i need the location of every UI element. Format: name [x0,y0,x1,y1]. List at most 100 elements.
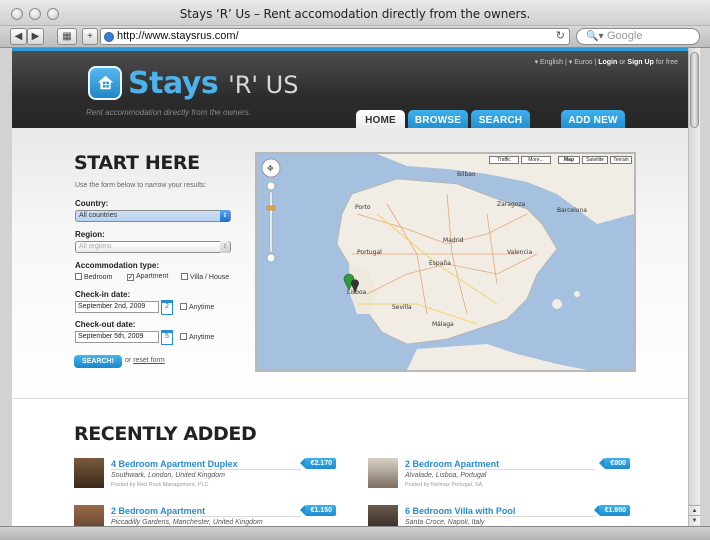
browser-toolbar: ◀ ▶ ▦ + http://www.staysrus.com/ ↻ 🔍▾ Go… [0,26,710,48]
type-apartment-checkbox[interactable]: ✓ Apartment [127,273,168,281]
add-bookmark-button[interactable]: + [82,28,98,45]
signup-link[interactable]: Sign Up [627,59,653,66]
type-apartment-label: Apartment [136,273,169,280]
url-text: http://www.staysrus.com/ [117,30,239,42]
search-placeholder: Google [607,30,643,42]
vertical-scrollbar[interactable]: ▲ ▼ [688,48,700,526]
listing-item[interactable]: 4 Bedroom Apartment Duplex Southwark, Lo… [74,458,336,508]
checkout-calendar-icon[interactable]: 5 [161,330,173,345]
country-select[interactable]: All countries ⇕ [75,210,231,222]
select-arrows-icon: ⇕ [220,210,230,222]
checkout-anytime-checkbox[interactable]: Anytime [180,333,214,342]
listing-title[interactable]: 4 Bedroom Apartment Duplex [111,459,238,469]
map-label-madrid: Madrid [443,237,464,244]
logo-suffix: 'R' US [228,71,299,99]
country-value: All countries [79,212,118,219]
listing-divider [111,516,301,517]
checkin-input[interactable]: September 2nd, 2009 [75,301,159,313]
listing-posted-by: Posted by Red Rock Management, PLC [111,482,209,488]
checkin-calendar-icon[interactable]: 2 [161,300,173,315]
price-tag: €1.150 [299,505,336,516]
top-links: ▾ English | ▾ Euros | Login or Sign Up f… [534,59,678,66]
scroll-up-arrow[interactable]: ▲ [689,505,700,515]
svg-text:✥: ✥ [267,164,274,173]
map-pan-control[interactable]: ✥ [261,158,281,178]
type-villa-label: Villa / House [190,274,230,281]
map-label-barcelona: Barcelona [557,207,587,214]
window-left-border [0,48,12,526]
listing-location: Alvalade, Lisboa, Portugal [405,472,487,479]
address-bar[interactable]: http://www.staysrus.com/ ↻ [100,28,570,45]
site-logo[interactable]: Stays 'R' US [128,66,298,101]
browser-titlebar: Stays ‘R’ Us – Rent accomodation directl… [0,0,710,26]
map-label-malaga: Málaga [432,321,454,328]
back-button[interactable]: ◀ [10,28,27,45]
map-traffic-button[interactable]: Traffic [489,156,519,164]
anytime-label: Anytime [189,334,215,341]
form-intro: Use the form below to narrow your result… [75,182,207,189]
listing-thumbnail[interactable] [368,458,398,488]
listing-posted-by: Posted by Re/max Portugal, SA [405,482,483,488]
map-label-lisboa: Lisboa [347,289,367,296]
scroll-down-arrow[interactable]: ▼ [689,515,700,525]
reset-form-link[interactable]: reset form [133,357,165,364]
tagline: Rent accommodation directly from the own… [86,108,251,117]
scrollbar-thumb[interactable] [690,52,699,128]
price-tag: €2.170 [299,458,336,469]
checkbox-icon [180,333,187,340]
listing-title[interactable]: 6 Bedroom Villa with Pool [405,506,515,516]
login-link[interactable]: Login [598,59,617,66]
anytime-label: Anytime [189,304,215,311]
listing-divider [405,469,595,470]
map-more-button[interactable]: More... [521,156,551,164]
plus-icon: + [87,31,93,42]
currency-selector[interactable]: Euros [574,59,592,66]
map-terrain-button[interactable]: Terrain [610,156,632,164]
window-title: Stays ‘R’ Us – Rent accomodation directl… [179,7,531,21]
listing-title[interactable]: 2 Bedroom Apartment [111,506,205,516]
window-right-border [700,48,710,526]
listing-location: Southwark, London, United Kingdom [111,472,226,479]
iberia-map: España Madrid Portugal Lisboa Barcelona … [257,154,634,370]
region-select[interactable]: All regions ⇕ [75,241,231,253]
listing-location: Santa Croce, Napoli, Italy [405,519,485,526]
reload-icon[interactable]: ↻ [556,29,565,44]
type-bedroom-label: Bedroom [84,274,113,281]
map-label-sevilla: Sevilla [392,304,412,311]
select-arrows-icon: ⇕ [220,241,230,253]
globe-icon [104,32,114,42]
price-tag: €1.950 [593,505,630,516]
listing-thumbnail[interactable] [74,458,104,488]
forward-button[interactable]: ▶ [27,28,44,45]
listing-title[interactable]: 2 Bedroom Apartment [405,459,499,469]
map-type-map-button[interactable]: Map [558,156,580,164]
or-text: or [619,59,626,66]
country-label: Country: [75,199,109,208]
recently-added-section: RECENTLY ADDED 4 Bedroom Apartment Duple… [12,398,688,535]
map-satellite-button[interactable]: Satellite [582,156,608,164]
checkbox-icon [75,273,82,280]
accommodation-label: Accommodation type: [75,261,160,270]
browser-statusbar [0,526,710,540]
type-bedroom-checkbox[interactable]: Bedroom [75,273,112,282]
map-label-bilbao: Bilbao [457,171,476,178]
checkbox-checked-icon: ✓ [127,274,134,281]
signup-suffix: for free [655,59,678,66]
browser-search-input[interactable]: 🔍▾ Google [576,28,700,45]
back-arrow-icon: ◀ [14,31,23,42]
bookmarks-grid-button[interactable]: ▦ [57,28,77,45]
listing-divider [111,469,301,470]
language-selector[interactable]: English [540,59,563,66]
house-icon [97,75,114,90]
type-villa-checkbox[interactable]: Villa / House [181,273,229,282]
logo-icon[interactable] [88,66,122,100]
site-header: Stays 'R' US Rent accommodation directly… [12,48,688,131]
checkout-input[interactable]: September 5th, 2009 [75,331,159,343]
region-value: All regions [79,243,112,250]
checkin-anytime-checkbox[interactable]: Anytime [180,303,214,312]
map-label-portugal: Portugal [357,249,382,256]
map-widget[interactable]: España Madrid Portugal Lisboa Barcelona … [255,152,636,372]
listing-item[interactable]: 2 Bedroom Apartment Alvalade, Lisboa, Po… [368,458,630,508]
start-title: START HERE [74,152,200,174]
search-submit-button[interactable]: SEARCH! [74,355,122,368]
